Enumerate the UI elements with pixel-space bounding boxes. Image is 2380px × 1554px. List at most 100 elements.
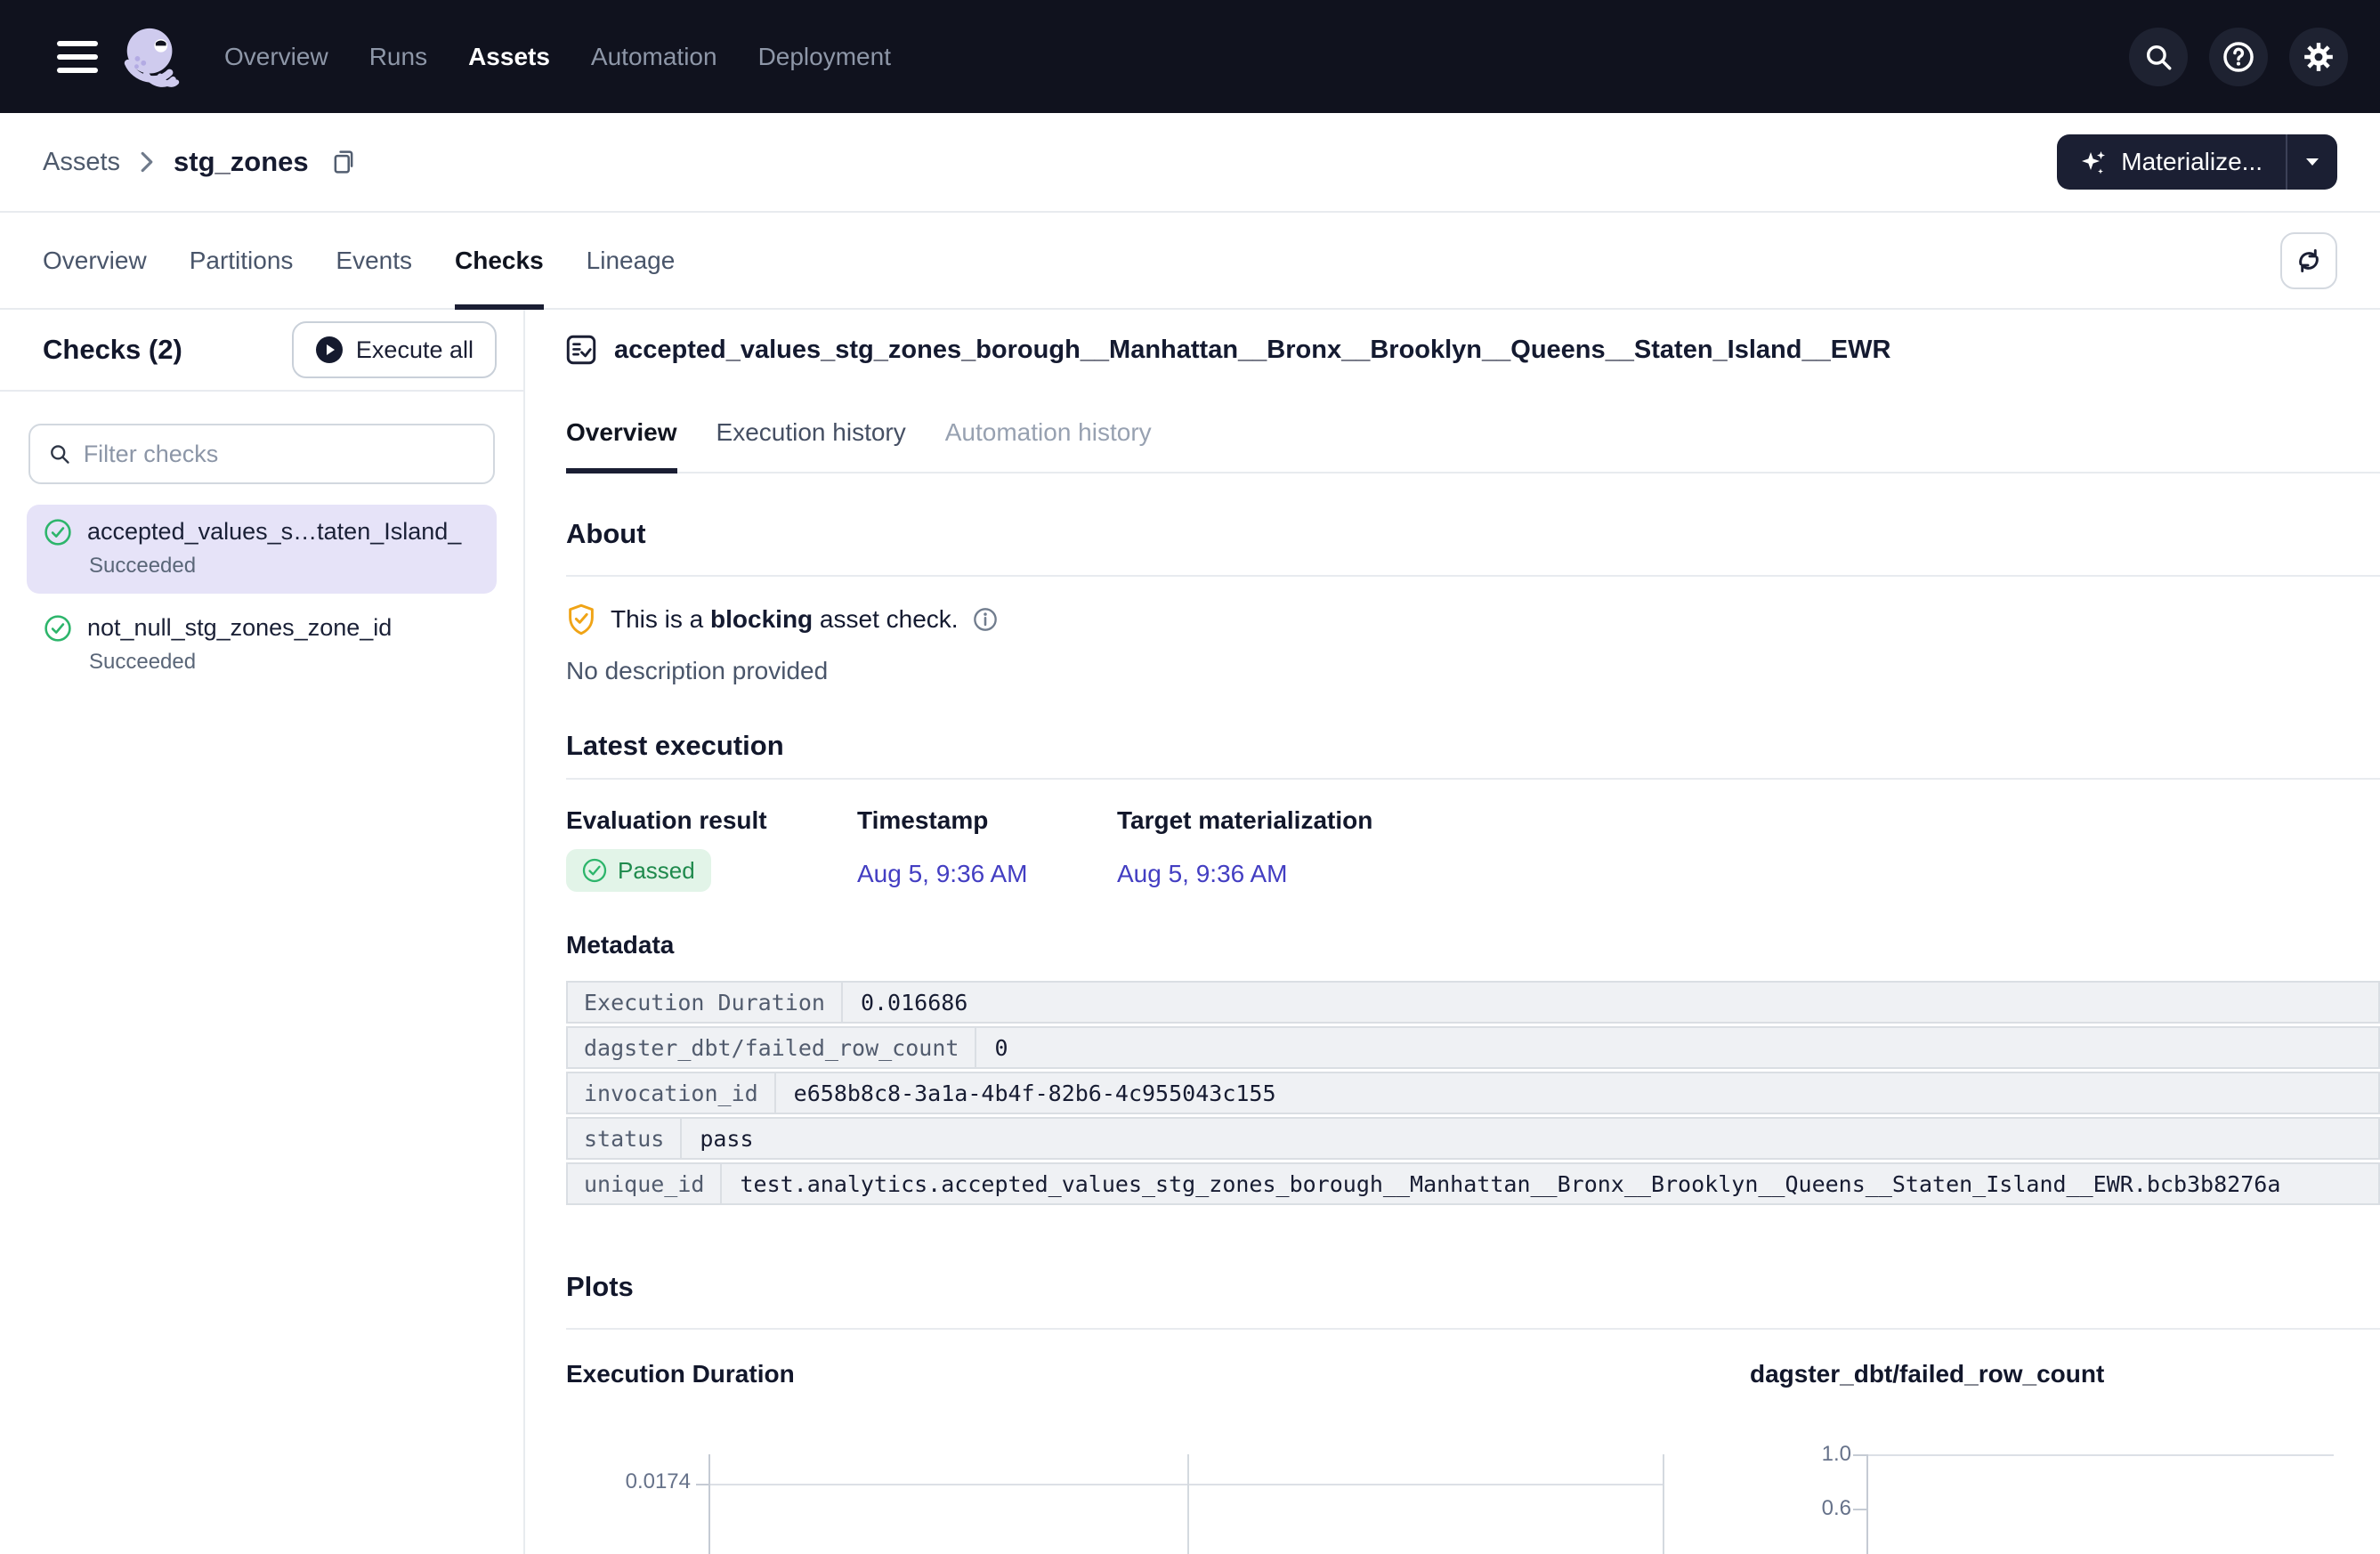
check-title: accepted_values_stg_zones_borough__Manha… (614, 336, 1890, 365)
metadata-key: status (566, 1117, 682, 1160)
materialize-dropdown-button[interactable] (2287, 134, 2337, 190)
topnav-actions (2129, 28, 2348, 86)
nav-item-deployment[interactable]: Deployment (758, 43, 891, 71)
chart-title: Execution Duration (566, 1360, 1750, 1388)
content: Checks (2) Execute all accepted_values_s… (0, 310, 2380, 1554)
materialize-button[interactable]: Materialize... (2057, 134, 2287, 190)
about-heading: About (566, 518, 2380, 550)
tab-events[interactable]: Events (336, 213, 412, 308)
timestamp-link[interactable]: Aug 5, 9:36 AM (857, 860, 1027, 888)
asset-tabs: Overview Partitions Events Checks Lineag… (0, 213, 2380, 310)
check-detail-tabs: Overview Execution history Automation hi… (566, 418, 2380, 473)
chart-failed-row-count: dagster_dbt/failed_row_count 1.0 0.6 (1750, 1360, 2380, 1554)
breadcrumb: Assets stg_zones (43, 146, 357, 178)
checks-sidebar-header: Checks (2) Execute all (0, 310, 523, 392)
check-item-status: Succeeded (89, 554, 479, 579)
table-row: status pass (566, 1117, 2380, 1160)
metadata-value: e658b8c8-3a1a-4b4f-82b6-4c955043c155 (776, 1072, 2380, 1114)
shield-check-icon (566, 603, 596, 635)
nav-item-runs[interactable]: Runs (369, 43, 427, 71)
execute-all-label: Execute all (356, 336, 474, 364)
metadata-key: dagster_dbt/failed_row_count (566, 1026, 976, 1069)
breadcrumb-assets-link[interactable]: Assets (43, 148, 120, 177)
refresh-button[interactable] (2280, 232, 2337, 289)
metadata-key: unique_id (566, 1162, 722, 1205)
plot-area: 0.0174 (566, 1454, 1750, 1554)
asset-header-row: Assets stg_zones Materialize... (0, 113, 2380, 213)
check-item-status: Succeeded (89, 650, 479, 675)
nav-item-overview[interactable]: Overview (224, 43, 328, 71)
check-title-row: accepted_values_stg_zones_borough__Manha… (566, 335, 2380, 365)
section-divider (566, 778, 2380, 780)
col-target-materialization: Target materialization (1117, 806, 2380, 835)
tab-execution-history[interactable]: Execution history (716, 418, 906, 472)
target-materialization-link[interactable]: Aug 5, 9:36 AM (1117, 860, 1287, 888)
nav-item-assets[interactable]: Assets (468, 43, 550, 71)
filter-checks-input[interactable] (84, 441, 475, 468)
check-success-icon (45, 615, 71, 642)
col-timestamp: Timestamp (857, 806, 1117, 835)
metadata-value: test.analytics.accepted_values_stg_zones… (722, 1162, 2380, 1205)
caret-down-icon (2305, 158, 2319, 166)
blocking-text: This is a blocking asset check. (611, 605, 959, 634)
tab-checks[interactable]: Checks (455, 213, 544, 308)
check-success-icon (45, 519, 71, 546)
table-row: unique_id test.analytics.accepted_values… (566, 1162, 2380, 1205)
materialize-split-button: Materialize... (2057, 134, 2337, 190)
metadata-value: 0 (976, 1026, 2380, 1069)
copy-icon (330, 148, 357, 176)
refresh-icon (2294, 246, 2324, 276)
primary-nav: Overview Runs Assets Automation Deployme… (224, 43, 891, 71)
latest-execution-heading: Latest execution (566, 730, 2380, 762)
gear-icon (2302, 40, 2335, 74)
checks-sidebar: Checks (2) Execute all accepted_values_s… (0, 310, 525, 1554)
search-icon (2143, 42, 2174, 72)
y-tick-label: 0.6 (1753, 1496, 1851, 1521)
metadata-key: Execution Duration (566, 981, 843, 1024)
info-icon[interactable] (973, 607, 998, 632)
search-button[interactable] (2129, 28, 2188, 86)
settings-button[interactable] (2289, 28, 2348, 86)
tab-overview[interactable]: Overview (43, 213, 147, 308)
help-button[interactable] (2209, 28, 2268, 86)
checks-count-title: Checks (2) (43, 334, 182, 366)
copy-button[interactable] (330, 148, 357, 176)
chart-title: dagster_dbt/failed_row_count (1750, 1360, 2380, 1388)
check-detail-panel: accepted_values_stg_zones_borough__Manha… (525, 310, 2380, 1554)
plots-heading: Plots (566, 1271, 2380, 1303)
status-badge-passed: Passed (566, 849, 711, 892)
check-list-item-accepted-values[interactable]: accepted_values_s…taten_Island_ Succeede… (27, 505, 497, 594)
check-list-item-not-null[interactable]: not_null_stg_zones_zone_id Succeeded (27, 601, 497, 690)
metadata-value: pass (682, 1117, 2380, 1160)
metadata-value: 0.016686 (843, 981, 2380, 1024)
blocking-note: This is a blocking asset check. (566, 603, 2380, 635)
nav-item-automation[interactable]: Automation (591, 43, 717, 71)
chart-execution-duration: Execution Duration 0.0174 (566, 1360, 1750, 1554)
tab-partitions[interactable]: Partitions (190, 213, 294, 308)
check-item-name: not_null_stg_zones_zone_id (87, 614, 479, 642)
search-icon (48, 441, 71, 466)
filter-checks-box (28, 424, 495, 484)
dagster-logo[interactable] (116, 20, 189, 93)
metadata-heading: Metadata (566, 931, 2380, 959)
asset-name: stg_zones (174, 146, 309, 178)
no-description-text: No description provided (566, 657, 2380, 685)
hamburger-menu-icon[interactable] (57, 41, 98, 73)
table-row: dagster_dbt/failed_row_count 0 (566, 1026, 2380, 1069)
sparkles-icon (2080, 149, 2107, 175)
latest-execution-grid: Evaluation result Passed Timestamp Aug 5… (566, 806, 2380, 892)
metadata-key: invocation_id (566, 1072, 776, 1114)
check-item-name: accepted_values_s…taten_Island_ (87, 518, 479, 546)
tab-check-overview[interactable]: Overview (566, 418, 677, 472)
table-row: Execution Duration 0.016686 (566, 981, 2380, 1024)
y-tick-label: 1.0 (1753, 1442, 1851, 1467)
chevron-right-icon (138, 151, 156, 173)
execute-all-button[interactable]: Execute all (292, 321, 497, 378)
table-row: invocation_id e658b8c8-3a1a-4b4f-82b6-4c… (566, 1072, 2380, 1114)
section-divider (566, 1328, 2380, 1330)
tab-lineage[interactable]: Lineage (587, 213, 676, 308)
section-divider (566, 575, 2380, 577)
metadata-table: Execution Duration 0.016686 dagster_dbt/… (566, 981, 2380, 1205)
tab-automation-history[interactable]: Automation history (945, 418, 1152, 472)
asset-check-icon (566, 335, 596, 365)
